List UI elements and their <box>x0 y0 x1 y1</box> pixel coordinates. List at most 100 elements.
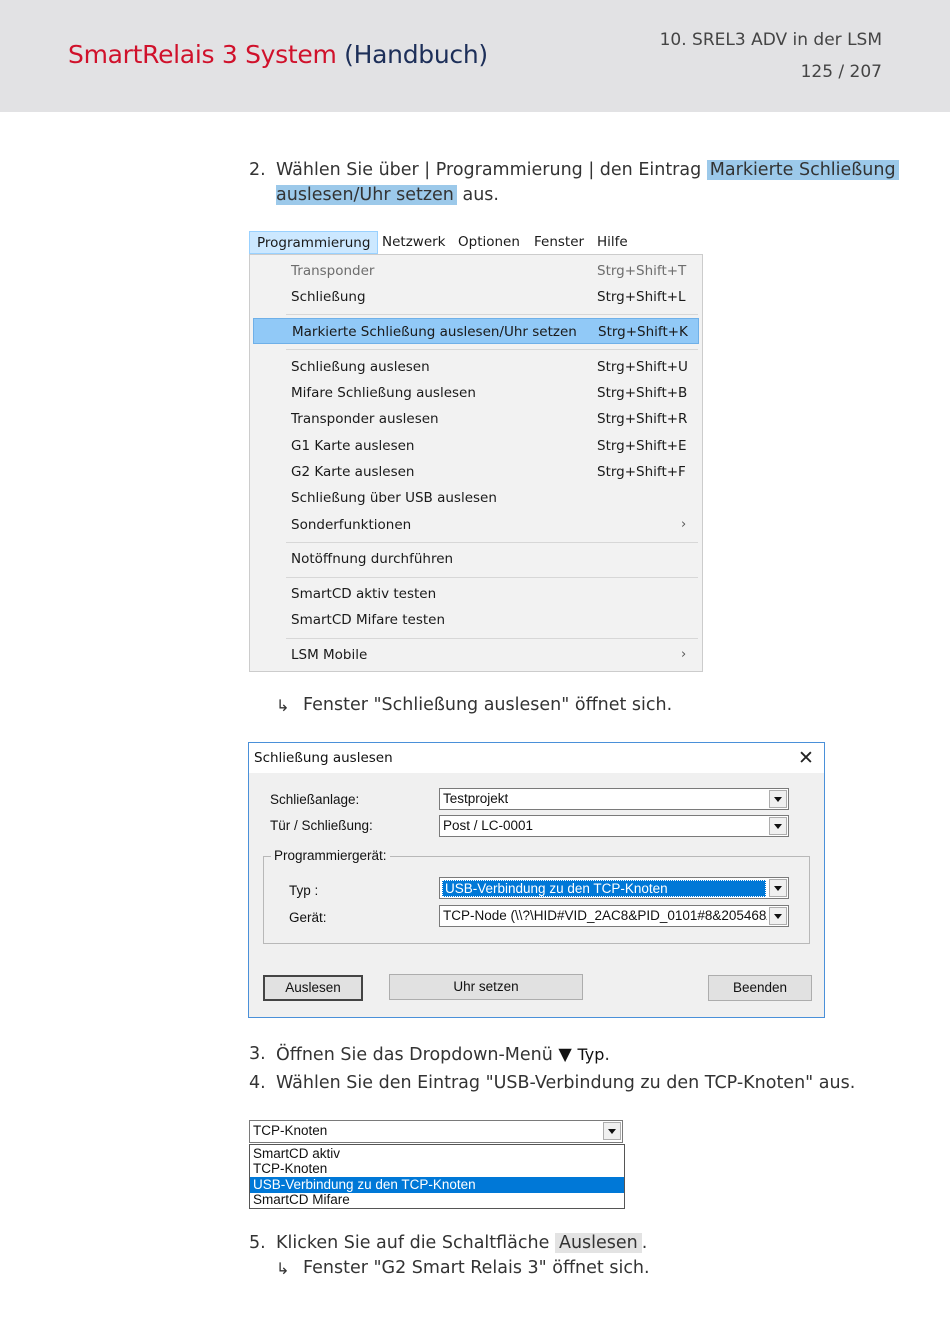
menu-item-shortcut: Strg+Shift+F <box>597 464 686 480</box>
menu-item-transponder-auslesen[interactable]: Transponder auslesen Strg+Shift+R <box>251 406 701 432</box>
typ-dropdown-open[interactable]: TCP-Knoten <box>249 1120 623 1143</box>
result-text-1: Fenster "Schließung auslesen" öffnet sic… <box>303 695 673 715</box>
page-header: SmartRelais 3 System (Handbuch) 10. SREL… <box>0 0 950 112</box>
menu-item-label: Schließung auslesen <box>291 359 430 375</box>
step-2-number: 2. <box>249 160 266 180</box>
menubar-fenster[interactable]: Fenster <box>527 231 591 254</box>
step-5-number: 5. <box>249 1233 266 1253</box>
menu-separator <box>286 349 698 350</box>
chapter-title: 10. SREL3 ADV in der LSM <box>659 30 882 50</box>
menu-item-shortcut: Strg+Shift+B <box>597 385 688 401</box>
chevron-down-icon[interactable] <box>769 907 787 925</box>
menu-item-label: Transponder auslesen <box>291 411 439 427</box>
step-3-end: . <box>604 1045 610 1065</box>
menu-item-label: Schließung über USB auslesen <box>291 490 497 506</box>
chevron-right-icon: › <box>681 517 687 532</box>
step-2-text: Wählen Sie über | Programmierung | den E… <box>276 160 702 180</box>
schliessung-auslesen-dialog: Schließung auslesen ✕ Schließanlage: Tes… <box>248 742 825 1018</box>
typ-dropdown-value: TCP-Knoten <box>253 1123 328 1138</box>
page-number: 125 / 207 <box>800 62 882 82</box>
menu-item-schliessung-auslesen[interactable]: Schließung auslesen Strg+Shift+U <box>251 354 701 380</box>
schliessanlage-value: Testprojekt <box>443 791 509 806</box>
step-3-element-name: Typ <box>577 1045 605 1064</box>
menu-item-label: Notöffnung durchführen <box>291 551 454 567</box>
step-4-number: 4. <box>249 1073 266 1093</box>
menu-item-transponder: Transponder Strg+Shift+T <box>251 258 701 284</box>
typ-dropdown[interactable]: USB-Verbindung zu den TCP-Knoten <box>439 877 789 899</box>
tuer-schliessung-value: Post / LC-0001 <box>443 818 534 833</box>
dropdown-arrow-icon: ▼ <box>558 1045 572 1065</box>
menu-item-label: LSM Mobile <box>291 647 368 663</box>
uhr-setzen-button[interactable]: Uhr setzen <box>389 974 583 1000</box>
menu-item-label: SmartCD Mifare testen <box>291 612 446 628</box>
step-3-number: 3. <box>249 1044 266 1064</box>
menu-item-shortcut: Strg+Shift+E <box>597 438 687 454</box>
step-5-end: . <box>641 1233 648 1253</box>
brand-subtitle: (Handbuch) <box>344 40 488 69</box>
menu-entry-highlight-2: auslesen/Uhr setzen <box>276 185 457 205</box>
typ-label: Typ : <box>289 883 319 898</box>
chevron-down-icon[interactable] <box>603 1122 621 1140</box>
step-4-text: Wählen Sie den Eintrag "USB-Verbindung z… <box>276 1073 856 1093</box>
programmiergeraet-group <box>263 856 810 944</box>
menubar-hilfe[interactable]: Hilfe <box>590 231 635 254</box>
menu-item-smartcd-mifare-testen[interactable]: SmartCD Mifare testen <box>251 607 701 633</box>
menu-item-label: Schließung <box>291 289 366 305</box>
menu-item-label: SmartCD aktiv testen <box>291 586 437 602</box>
typ-dropdown-screenshot: TCP-Knoten SmartCD aktiv TCP-Knoten USB-… <box>249 1120 625 1210</box>
menu-entry-highlight-1: Markierte Schließung <box>706 160 899 180</box>
typ-value: USB-Verbindung zu den TCP-Knoten <box>442 880 766 897</box>
step-2-line-2: auslesen/Uhr setzen aus. <box>276 183 499 208</box>
chevron-down-icon[interactable] <box>769 817 787 835</box>
menu-item-notoeffnung-durchfuehren[interactable]: Notöffnung durchführen <box>251 546 701 572</box>
menu-item-smartcd-aktiv-testen[interactable]: SmartCD aktiv testen <box>251 581 701 607</box>
step-5-line: Klicken Sie auf die Schaltfläche Auslese… <box>276 1231 647 1256</box>
typ-dropdown-list: SmartCD aktiv TCP-Knoten USB-Verbindung … <box>249 1144 625 1209</box>
dropdown-option-smartcd-aktiv[interactable]: SmartCD aktiv <box>250 1146 624 1162</box>
menubar: Programmierung Netzwerk Optionen Fenster… <box>249 231 703 254</box>
menu-item-shortcut: Strg+Shift+K <box>598 324 688 340</box>
menu-item-g2-karte-auslesen[interactable]: G2 Karte auslesen Strg+Shift+F <box>251 459 701 485</box>
menu-item-shortcut: Strg+Shift+T <box>597 263 687 279</box>
menu-item-schliessung-ueber-usb-auslesen[interactable]: Schließung über USB auslesen <box>251 485 701 511</box>
menu-item-label: Transponder <box>291 263 375 279</box>
menu-item-label: Markierte Schließung auslesen/Uhr setzen <box>292 324 577 340</box>
document-title: SmartRelais 3 System (Handbuch) <box>68 40 488 69</box>
menu-item-markierte-schliessung-auslesen[interactable]: Markierte Schließung auslesen/Uhr setzen… <box>253 318 699 344</box>
step-3-line: Öffnen Sie das Dropdown-Menü ▼ Typ. <box>276 1042 610 1068</box>
menubar-optionen[interactable]: Optionen <box>451 231 527 254</box>
chevron-down-icon[interactable] <box>769 790 787 808</box>
schliessanlage-dropdown[interactable]: Testprojekt <box>439 788 789 810</box>
menu-separator <box>286 577 698 578</box>
geraet-value: TCP-Node (\\?\HID#VID_2AC8&PID_0101#8&20… <box>443 908 767 923</box>
menu-item-mifare-schliessung-auslesen[interactable]: Mifare Schließung auslesen Strg+Shift+B <box>251 380 701 406</box>
menu-item-label: Mifare Schließung auslesen <box>291 385 476 401</box>
tuer-schliessung-label: Tür / Schließung: <box>270 818 373 833</box>
menubar-programmierung[interactable]: Programmierung <box>249 231 379 254</box>
beenden-button[interactable]: Beenden <box>708 975 812 1001</box>
menu-item-lsm-mobile[interactable]: LSM Mobile › <box>251 642 701 668</box>
dropdown-option-usb-verbindung[interactable]: USB-Verbindung zu den TCP-Knoten <box>250 1177 624 1193</box>
dialog-titlebar: Schließung auslesen ✕ <box>249 743 824 773</box>
menu-item-shortcut: Strg+Shift+U <box>597 359 688 375</box>
menu-separator <box>286 314 698 315</box>
programmierung-menu-screenshot: Programmierung Netzwerk Optionen Fenster… <box>249 231 703 672</box>
menu-item-schliessung[interactable]: Schließung Strg+Shift+L <box>251 284 701 310</box>
chevron-right-icon: › <box>681 647 687 662</box>
menu-item-sonderfunktionen[interactable]: Sonderfunktionen › <box>251 512 701 538</box>
auslesen-button-reference: Auslesen <box>554 1233 642 1253</box>
menubar-netzwerk[interactable]: Netzwerk <box>375 231 453 254</box>
auslesen-button[interactable]: Auslesen <box>263 975 363 1001</box>
programmiergeraet-group-label: Programmiergerät: <box>271 848 390 863</box>
chevron-down-icon[interactable] <box>769 879 787 897</box>
menu-item-label: G2 Karte auslesen <box>291 464 415 480</box>
tuer-schliessung-dropdown[interactable]: Post / LC-0001 <box>439 815 789 837</box>
step-2-text-end: aus. <box>462 185 499 205</box>
result-arrow-icon: ↳ <box>276 1259 290 1278</box>
geraet-dropdown[interactable]: TCP-Node (\\?\HID#VID_2AC8&PID_0101#8&20… <box>439 905 789 927</box>
close-icon[interactable]: ✕ <box>795 747 817 769</box>
dropdown-option-tcp-knoten[interactable]: TCP-Knoten <box>250 1161 624 1177</box>
dropdown-option-smartcd-mifare[interactable]: SmartCD Mifare <box>250 1192 624 1208</box>
result-text-2: Fenster "G2 Smart Relais 3" öffnet sich. <box>303 1258 650 1278</box>
menu-item-g1-karte-auslesen[interactable]: G1 Karte auslesen Strg+Shift+E <box>251 433 701 459</box>
